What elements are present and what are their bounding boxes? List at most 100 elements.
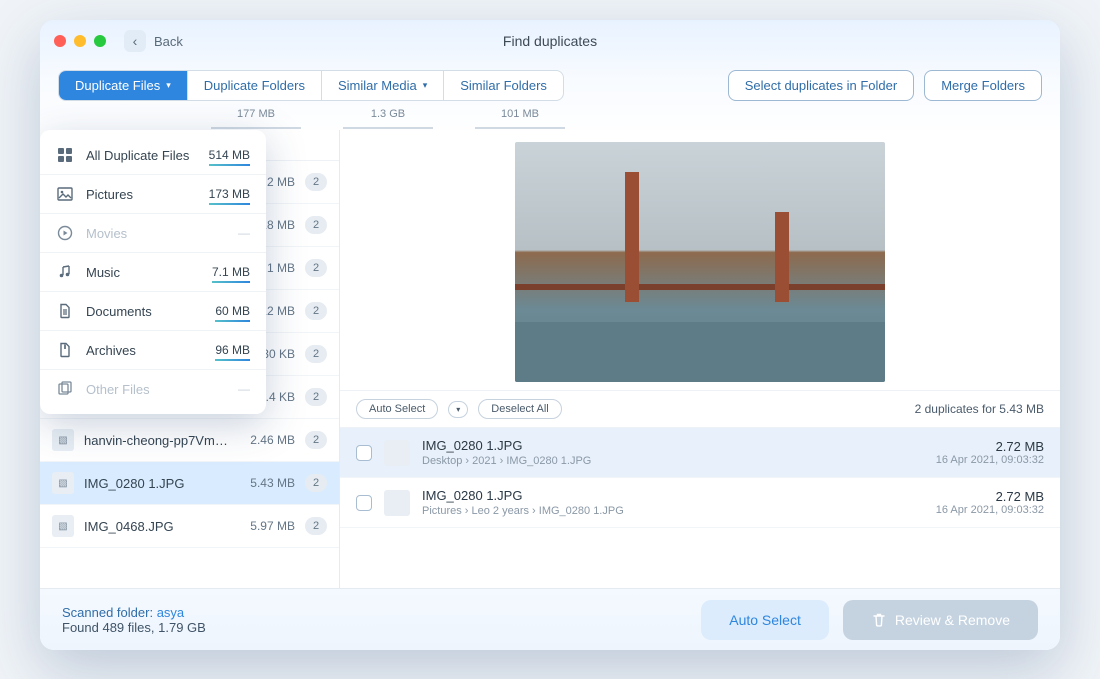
file-thumbnail-icon: ▧ — [52, 515, 74, 537]
play-icon — [56, 224, 74, 242]
category-grid[interactable]: All Duplicate Files 514 MB — [40, 136, 266, 175]
tab-duplicate-files[interactable]: Duplicate Files ▾ — [59, 71, 188, 100]
duplicate-summary: 2 duplicates for 5.43 MB — [915, 402, 1044, 416]
file-row[interactable]: ▧ IMG_0280 1.JPG 5.43 MB 2 — [40, 462, 339, 505]
grid-icon — [56, 146, 74, 164]
category-picture[interactable]: Pictures 173 MB — [40, 175, 266, 214]
file-thumbnail-icon — [384, 490, 410, 516]
size-indicator: 101 MB — [501, 108, 539, 120]
duplicate-name: IMG_0280 1.JPG — [422, 488, 924, 503]
tab-label: Duplicate Files — [75, 78, 160, 93]
category-size: 60 MB — [215, 304, 250, 318]
category-archive[interactable]: Archives 96 MB — [40, 331, 266, 370]
category-doc[interactable]: Documents 60 MB — [40, 292, 266, 331]
duplicate-path: Pictures › Leo 2 years › IMG_0280 1.JPG — [422, 505, 924, 517]
tab-similar-folders[interactable]: Similar Folders — [444, 71, 563, 100]
doc-icon — [56, 302, 74, 320]
back-label: Back — [154, 34, 183, 49]
tab-duplicate-folders[interactable]: Duplicate Folders — [188, 71, 322, 100]
button-label: Auto Select — [369, 403, 425, 415]
file-size: 5.97 MB — [239, 519, 295, 533]
category-size: 173 MB — [209, 187, 250, 201]
category-other: Other Files — — [40, 370, 266, 408]
found-summary: Found 489 files, 1.79 GB — [62, 620, 206, 635]
scanned-folder-link[interactable]: asya — [157, 605, 184, 620]
category-dropdown: All Duplicate Files 514 MB Pictures 173 … — [40, 130, 266, 414]
archive-icon — [56, 341, 74, 359]
auto-select-dropdown[interactable]: ▾ — [448, 401, 468, 418]
duplicate-count-badge: 2 — [305, 431, 327, 449]
file-thumbnail-icon — [384, 440, 410, 466]
window-title: Find duplicates — [503, 33, 597, 49]
category-size: — — [238, 382, 250, 396]
category-size: 514 MB — [209, 148, 250, 162]
select-checkbox[interactable] — [356, 445, 372, 461]
review-remove-button[interactable]: Review & Remove — [843, 600, 1038, 640]
scanned-label: Scanned folder: — [62, 605, 153, 620]
duplicate-toolbar: Auto Select ▾ Deselect All 2 duplicates … — [340, 390, 1060, 428]
chevron-down-icon: ▾ — [166, 80, 171, 91]
select-duplicates-in-folder-button[interactable]: Select duplicates in Folder — [728, 70, 914, 101]
chevron-left-icon: ‹ — [124, 30, 146, 52]
scan-info: Scanned folder: asya Found 489 files, 1.… — [62, 605, 206, 635]
duplicate-path: Desktop › 2021 › IMG_0280 1.JPG — [422, 455, 924, 467]
category-size: 7.1 MB — [212, 265, 250, 279]
select-checkbox[interactable] — [356, 495, 372, 511]
file-row[interactable]: ▧ hanvin-cheong-pp7Vm36-fm… 2.46 MB 2 — [40, 419, 339, 462]
category-label: All Duplicate Files — [86, 148, 189, 163]
category-label: Archives — [86, 343, 136, 358]
auto-select-button[interactable]: Auto Select — [356, 399, 438, 419]
duplicate-count-badge: 2 — [305, 216, 327, 234]
category-music[interactable]: Music 7.1 MB — [40, 253, 266, 292]
category-label: Other Files — [86, 382, 150, 397]
category-size: — — [238, 226, 250, 240]
tab-similar-media[interactable]: Similar Media ▾ — [322, 71, 444, 100]
duplicate-list: IMG_0280 1.JPG Desktop › 2021 › IMG_0280… — [340, 428, 1060, 588]
duplicate-date: 16 Apr 2021, 09:03:32 — [936, 504, 1044, 516]
duplicate-row[interactable]: IMG_0280 1.JPG Pictures › Leo 2 years › … — [340, 478, 1060, 528]
file-row[interactable]: ▧ IMG_0468.JPG 5.97 MB 2 — [40, 505, 339, 548]
duplicate-date: 16 Apr 2021, 09:03:32 — [936, 454, 1044, 466]
category-label: Pictures — [86, 187, 133, 202]
app-window: ‹ Back Find duplicates Duplicate Files ▾… — [40, 20, 1060, 650]
size-indicator: 177 MB — [237, 108, 275, 120]
toolbar: Duplicate Files ▾ Duplicate Folders Simi… — [40, 62, 1060, 108]
main-area: All Duplicate Files 514 MB Pictures 173 … — [40, 130, 1060, 588]
music-icon — [56, 263, 74, 281]
preview-area — [340, 130, 1060, 390]
duplicate-count-badge: 2 — [305, 173, 327, 191]
detail-panel: Auto Select ▾ Deselect All 2 duplicates … — [340, 130, 1060, 588]
file-name: hanvin-cheong-pp7Vm36-fm… — [84, 433, 229, 448]
caret-down-icon: ▾ — [456, 405, 460, 414]
close-window-icon[interactable] — [54, 35, 66, 47]
file-name: IMG_0280 1.JPG — [84, 476, 229, 491]
tab-label: Similar Media — [338, 78, 417, 93]
trash-icon — [871, 612, 887, 628]
duplicate-row[interactable]: IMG_0280 1.JPG Desktop › 2021 › IMG_0280… — [340, 428, 1060, 478]
duplicate-name: IMG_0280 1.JPG — [422, 438, 924, 453]
merge-folders-button[interactable]: Merge Folders — [924, 70, 1042, 101]
traffic-lights — [54, 35, 106, 47]
file-size: 2.46 MB — [239, 433, 295, 447]
category-label: Music — [86, 265, 120, 280]
minimize-window-icon[interactable] — [74, 35, 86, 47]
category-label: Documents — [86, 304, 152, 319]
duplicate-count-badge: 2 — [305, 388, 327, 406]
duplicate-count-badge: 2 — [305, 259, 327, 277]
picture-icon — [56, 185, 74, 203]
preview-image — [515, 142, 885, 382]
deselect-all-button[interactable]: Deselect All — [478, 399, 561, 419]
footer-auto-select-button[interactable]: Auto Select — [701, 600, 829, 640]
view-tabs: Duplicate Files ▾ Duplicate Folders Simi… — [58, 70, 564, 101]
footer: Scanned folder: asya Found 489 files, 1.… — [40, 588, 1060, 650]
size-indicator: 1.3 GB — [371, 108, 405, 120]
chevron-down-icon: ▾ — [423, 80, 428, 91]
duplicate-count-badge: 2 — [305, 302, 327, 320]
category-size: 96 MB — [215, 343, 250, 357]
category-label: Movies — [86, 226, 127, 241]
duplicate-size: 2.72 MB — [936, 439, 1044, 454]
maximize-window-icon[interactable] — [94, 35, 106, 47]
button-label: Review & Remove — [895, 612, 1010, 628]
back-button[interactable]: ‹ Back — [124, 30, 183, 52]
file-thumbnail-icon: ▧ — [52, 472, 74, 494]
